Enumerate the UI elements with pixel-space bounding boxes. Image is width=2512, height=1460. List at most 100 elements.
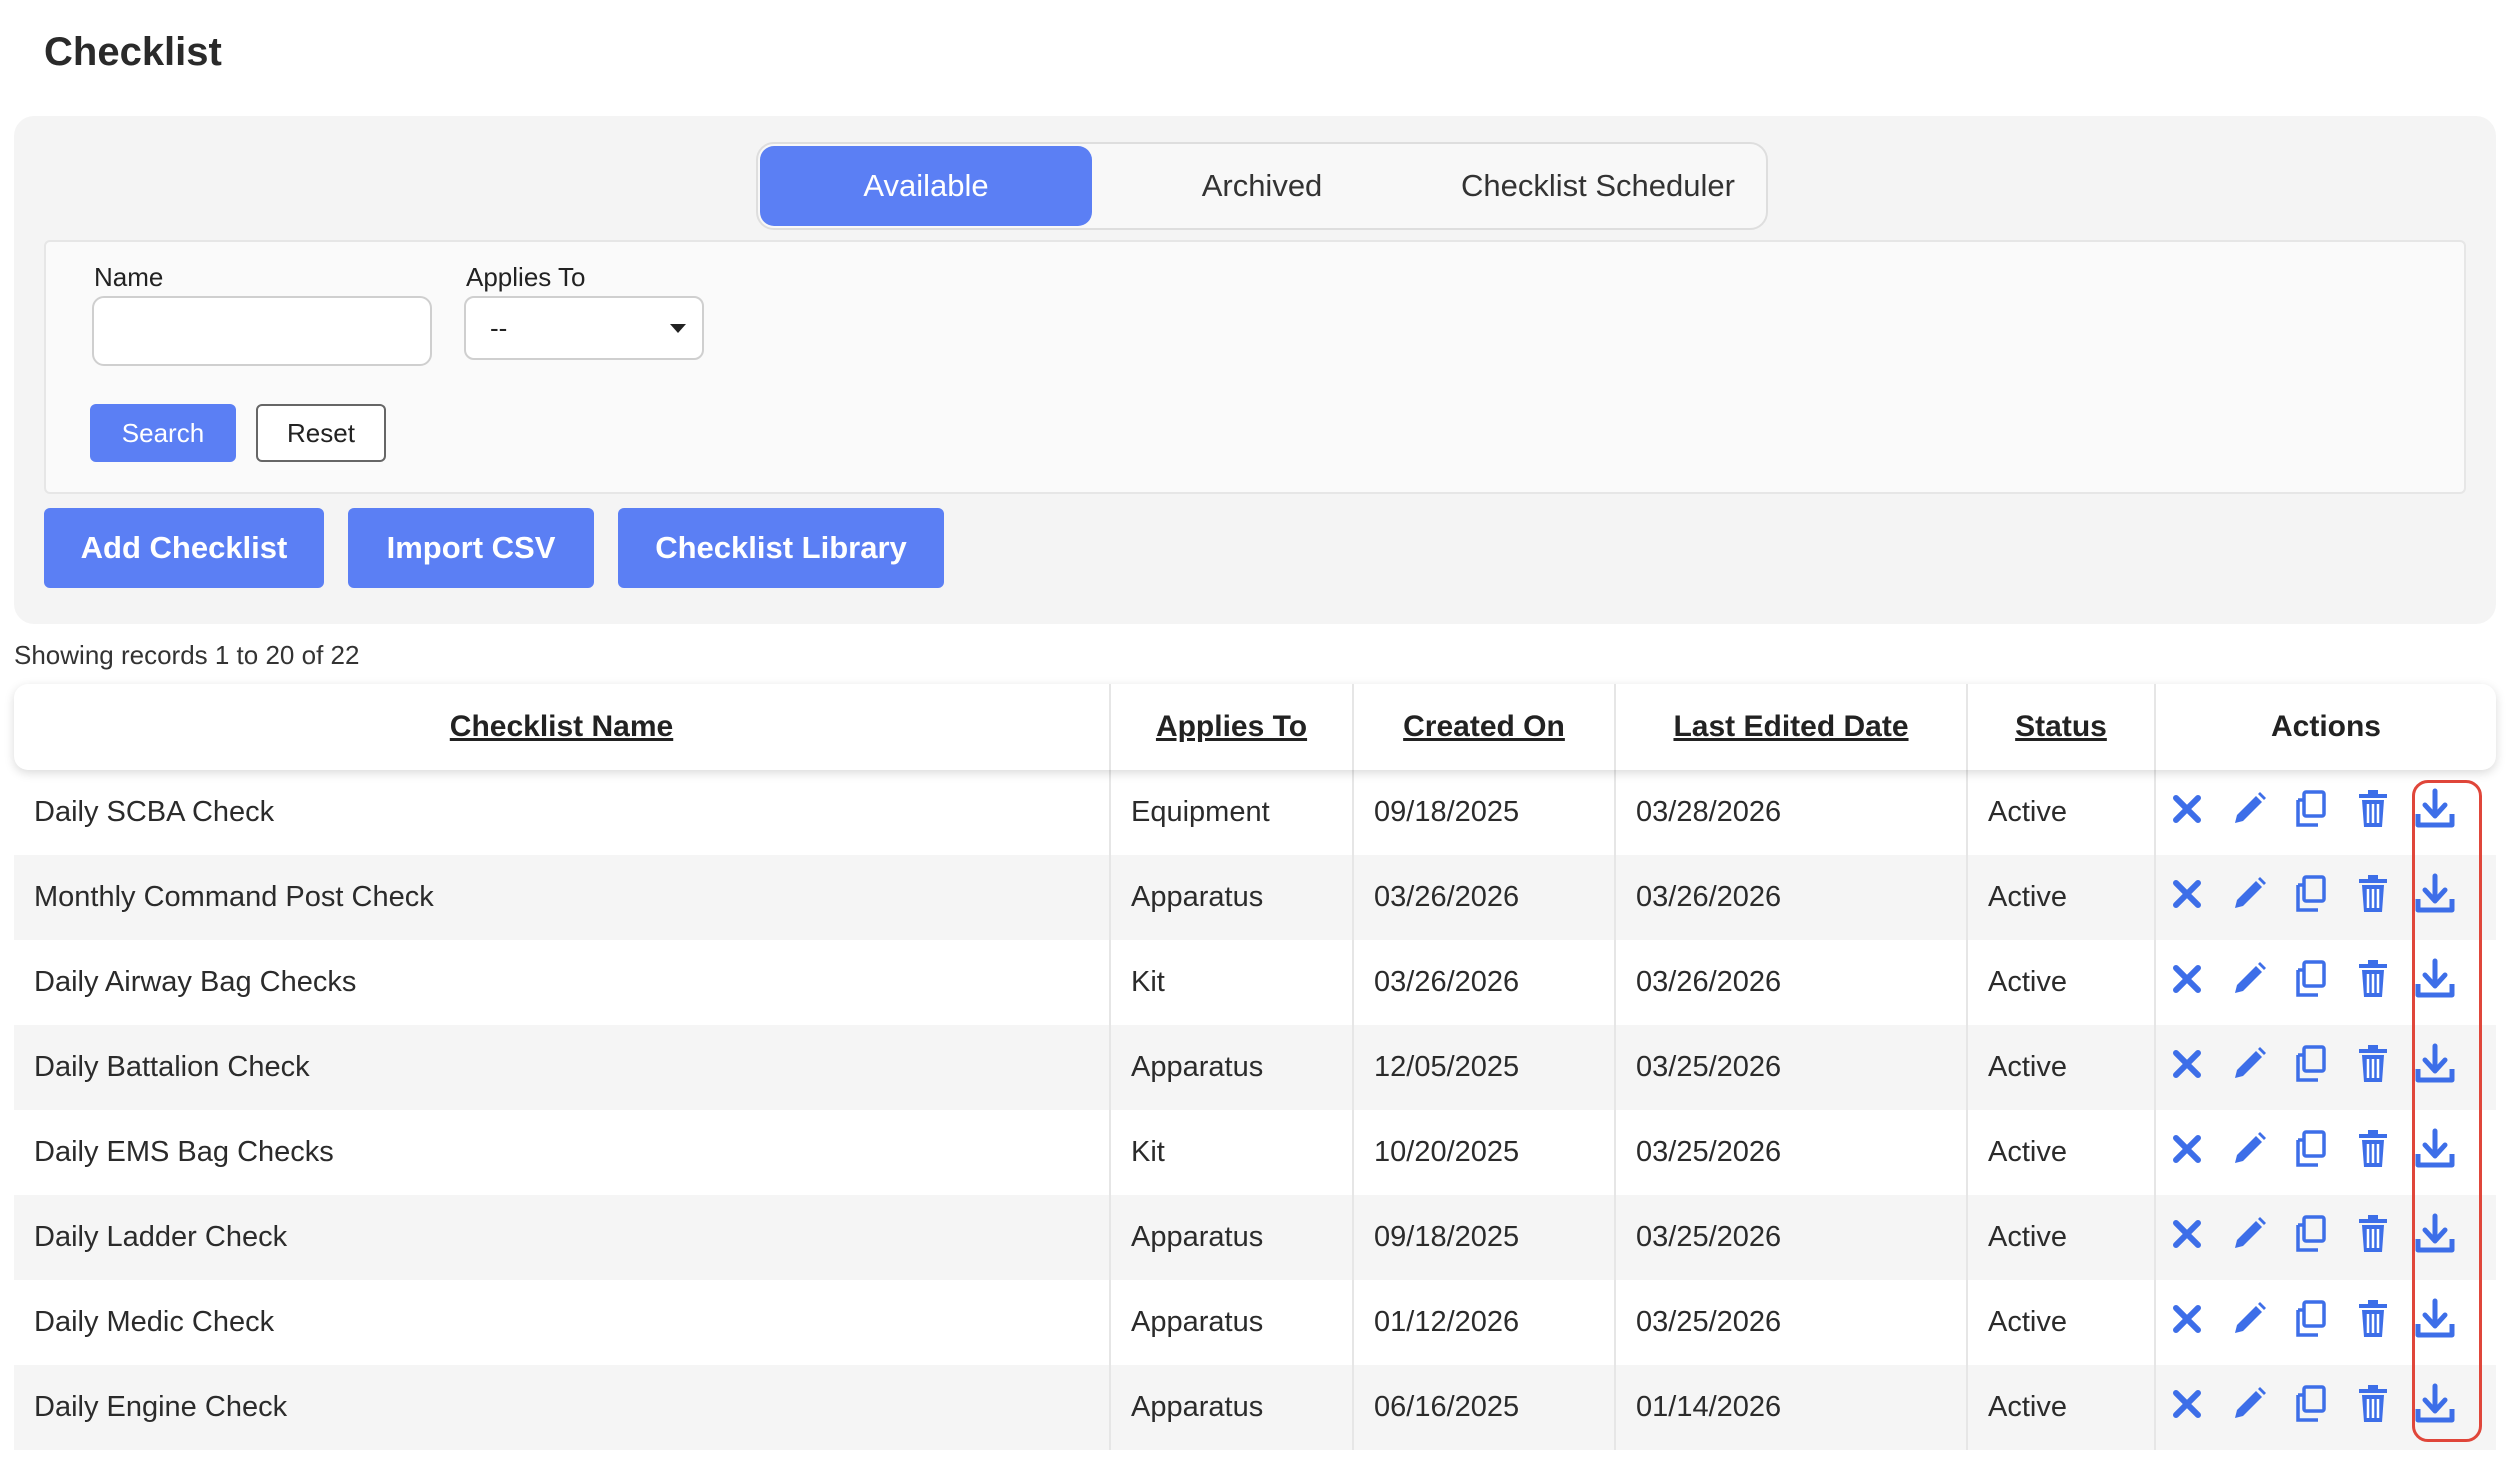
table-body: Daily SCBA Check Equipment 09/18/2025 03/28… [14,770,2496,1450]
tab-checklist-scheduler[interactable]: Checklist Scheduler [1432,146,1764,226]
trash-icon [2355,874,2391,922]
cell-actions [2156,1025,2496,1110]
edit-button[interactable] [2218,1037,2280,1099]
duplicate-button[interactable] [2280,952,2342,1014]
duplicate-button[interactable] [2280,1377,2342,1439]
header-status[interactable]: Status [1968,684,2156,770]
duplicate-button[interactable] [2280,1292,2342,1354]
deactivate-button[interactable] [2156,1377,2218,1439]
pencil-icon [2229,1129,2269,1177]
download-button[interactable] [2404,1122,2466,1184]
edit-button[interactable] [2218,867,2280,929]
reset-button[interactable]: Reset [256,404,386,462]
header-checklist-name[interactable]: Checklist Name [14,684,1111,770]
download-button[interactable] [2404,1207,2466,1269]
download-button[interactable] [2404,782,2466,844]
applies-to-select[interactable]: -- [464,296,704,360]
delete-button[interactable] [2342,1377,2404,1439]
trash-icon [2355,959,2391,1007]
page-title: Checklist [44,30,222,74]
download-icon [2414,1043,2456,1093]
header-last-edited-date[interactable]: Last Edited Date [1616,684,1968,770]
download-button[interactable] [2404,1377,2466,1439]
cell-applies-to: Kit [1111,940,1354,1025]
deactivate-button[interactable] [2156,1122,2218,1184]
tab-archived[interactable]: Archived [1096,146,1428,226]
import-csv-button[interactable]: Import CSV [348,508,594,588]
checklist-library-button[interactable]: Checklist Library [618,508,944,588]
cell-last-edited-date: 03/25/2026 [1616,1195,1968,1280]
delete-button[interactable] [2342,1292,2404,1354]
name-input[interactable] [92,296,432,366]
duplicate-button[interactable] [2280,1037,2342,1099]
cell-last-edited-date: 03/26/2026 [1616,855,1968,940]
delete-button[interactable] [2342,1122,2404,1184]
table-row: Daily EMS Bag Checks Kit 10/20/2025 03/25/2… [14,1110,2496,1195]
cell-applies-to: Apparatus [1111,855,1354,940]
edit-button[interactable] [2218,1292,2280,1354]
delete-button[interactable] [2342,867,2404,929]
download-button[interactable] [2404,1292,2466,1354]
table-row: Daily Airway Bag Checks Kit 03/26/2026 03/2… [14,940,2496,1025]
duplicate-button[interactable] [2280,782,2342,844]
chevron-down-icon [670,324,686,333]
download-icon [2414,1213,2456,1263]
trash-icon [2355,1214,2391,1262]
cell-status: Active [1968,1280,2156,1365]
download-button[interactable] [2404,867,2466,929]
add-checklist-button[interactable]: Add Checklist [44,508,324,588]
filter-panel: Available Archived Checklist Scheduler N… [14,116,2496,624]
delete-button[interactable] [2342,952,2404,1014]
cell-status: Active [1968,1365,2156,1450]
edit-button[interactable] [2218,1122,2280,1184]
cell-last-edited-date: 03/28/2026 [1616,770,1968,855]
cell-created-on: 03/26/2026 [1354,940,1616,1025]
cell-status: Active [1968,770,2156,855]
edit-button[interactable] [2218,1377,2280,1439]
deactivate-button[interactable] [2156,1037,2218,1099]
deactivate-button[interactable] [2156,952,2218,1014]
pencil-icon [2229,1044,2269,1092]
cell-last-edited-date: 03/25/2026 [1616,1025,1968,1110]
search-button[interactable]: Search [90,404,236,462]
close-icon [2170,877,2204,919]
cell-created-on: 03/26/2026 [1354,855,1616,940]
deactivate-button[interactable] [2156,867,2218,929]
header-applies-to[interactable]: Applies To [1111,684,1354,770]
duplicate-button[interactable] [2280,1122,2342,1184]
close-icon [2170,1132,2204,1174]
duplicate-button[interactable] [2280,1207,2342,1269]
delete-button[interactable] [2342,782,2404,844]
cell-actions [2156,1280,2496,1365]
cell-actions [2156,855,2496,940]
download-icon [2414,1298,2456,1348]
cell-applies-to: Equipment [1111,770,1354,855]
search-form: Name Applies To -- Search Reset [44,240,2466,494]
deactivate-button[interactable] [2156,1207,2218,1269]
edit-button[interactable] [2218,1207,2280,1269]
cell-last-edited-date: 03/25/2026 [1616,1110,1968,1195]
pencil-icon [2229,1214,2269,1262]
download-button[interactable] [2404,952,2466,1014]
duplicate-button[interactable] [2280,867,2342,929]
table-row: Daily Engine Check Apparatus 06/16/2025 01/… [14,1365,2496,1450]
copy-icon [2290,1213,2332,1263]
edit-button[interactable] [2218,782,2280,844]
trash-icon [2355,1129,2391,1177]
delete-button[interactable] [2342,1207,2404,1269]
deactivate-button[interactable] [2156,1292,2218,1354]
applies-to-selected-value: -- [490,312,508,343]
tab-available[interactable]: Available [760,146,1092,226]
deactivate-button[interactable] [2156,782,2218,844]
header-created-on[interactable]: Created On [1354,684,1616,770]
delete-button[interactable] [2342,1037,2404,1099]
cell-status: Active [1968,940,2156,1025]
download-button[interactable] [2404,1037,2466,1099]
pencil-icon [2229,1299,2269,1347]
cell-last-edited-date: 03/25/2026 [1616,1280,1968,1365]
trash-icon [2355,1044,2391,1092]
download-icon [2414,788,2456,838]
edit-button[interactable] [2218,952,2280,1014]
cell-applies-to: Apparatus [1111,1280,1354,1365]
pencil-icon [2229,1384,2269,1432]
